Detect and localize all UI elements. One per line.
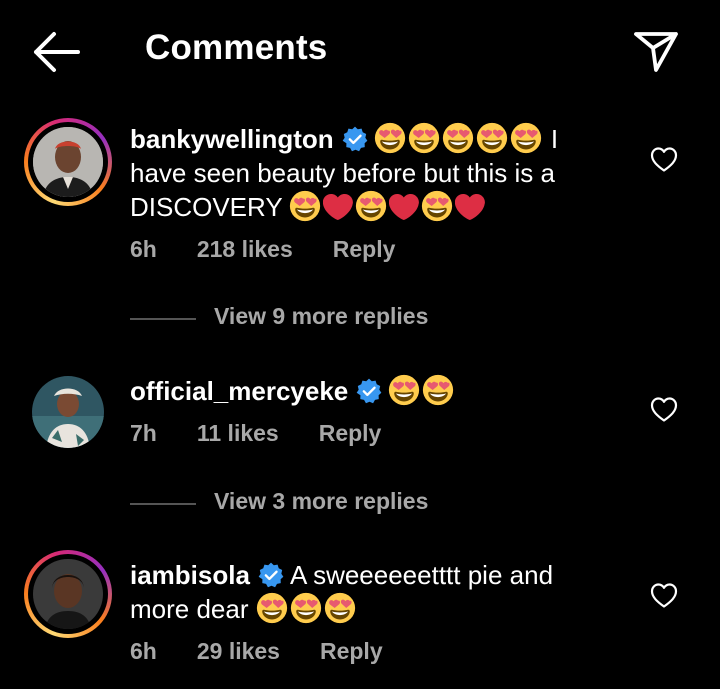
divider-line xyxy=(130,503,196,505)
heart-outline-icon[interactable] xyxy=(650,396,678,422)
avatar[interactable] xyxy=(32,376,104,448)
comment-item: iambisola A sweeeeeetttt pie and more dea… xyxy=(0,550,720,680)
heart-eyes-emoji-icon xyxy=(374,122,406,154)
comment-meta: 6h 218 likes Reply xyxy=(130,236,435,263)
comment-text: more dear xyxy=(130,594,249,624)
header-bar: Comments xyxy=(0,0,720,104)
comment-body: iambisola A sweeeeeetttt pie and more dea… xyxy=(130,558,610,626)
comment-username[interactable]: bankywellington xyxy=(130,124,334,154)
verified-badge-icon xyxy=(356,378,382,404)
heart-outline-icon[interactable] xyxy=(650,582,678,608)
comment-time: 6h xyxy=(130,638,157,664)
reply-button[interactable]: Reply xyxy=(320,638,383,664)
heart-eyes-emoji-icon xyxy=(510,122,542,154)
comment-item: bankywellington I have seen beauty befor… xyxy=(0,118,720,288)
heart-eyes-emoji-icon xyxy=(256,592,288,624)
red-heart-emoji-icon xyxy=(389,193,419,221)
back-button[interactable] xyxy=(30,30,82,74)
comment-username[interactable]: iambisola xyxy=(130,560,250,590)
heart-eyes-emoji-icon xyxy=(408,122,440,154)
comment-body: official_mercyeke xyxy=(130,374,610,408)
view-more-replies-label[interactable]: View 3 more replies xyxy=(214,488,428,515)
verified-badge-icon xyxy=(342,126,368,152)
avatar-story-ring[interactable] xyxy=(24,118,112,206)
comment-text: have seen beauty before but this is a xyxy=(130,158,555,188)
heart-eyes-emoji-icon xyxy=(442,122,474,154)
heart-outline-icon[interactable] xyxy=(650,146,678,172)
heart-eyes-emoji-icon xyxy=(355,190,387,222)
avatar-story-ring[interactable] xyxy=(24,550,112,638)
heart-eyes-emoji-icon xyxy=(388,374,420,406)
heart-eyes-emoji-icon xyxy=(290,592,322,624)
view-more-replies-label[interactable]: View 9 more replies xyxy=(214,303,428,330)
comment-time: 7h xyxy=(130,420,157,446)
reply-button[interactable]: Reply xyxy=(333,236,396,262)
paper-plane-icon xyxy=(634,32,678,72)
comment-body: bankywellington I have seen beauty befor… xyxy=(130,122,610,224)
comment-text: A sweeeeeetttt pie and xyxy=(289,560,554,590)
arrow-left-icon xyxy=(34,32,80,72)
page-title: Comments xyxy=(145,28,328,67)
red-heart-emoji-icon xyxy=(455,193,485,221)
comment-text: I xyxy=(550,124,559,154)
red-heart-emoji-icon xyxy=(323,193,353,221)
comment-meta: 7h 11 likes Reply xyxy=(130,420,421,447)
avatar xyxy=(33,127,103,197)
comment-text: DISCOVERY xyxy=(130,192,283,222)
comment-likes-count[interactable]: 218 likes xyxy=(197,236,293,262)
verified-badge-icon xyxy=(258,562,284,588)
comment-meta: 6h 29 likes Reply xyxy=(130,638,423,665)
comment-username[interactable]: official_mercyeke xyxy=(130,376,348,406)
heart-eyes-emoji-icon xyxy=(421,190,453,222)
heart-eyes-emoji-icon xyxy=(476,122,508,154)
reply-button[interactable]: Reply xyxy=(319,420,382,446)
heart-eyes-emoji-icon xyxy=(324,592,356,624)
divider-line xyxy=(130,318,196,320)
comment-item: official_mercyeke 7h 11 likes Reply xyxy=(0,370,720,460)
heart-eyes-emoji-icon xyxy=(289,190,321,222)
comment-likes-count[interactable]: 11 likes xyxy=(197,420,279,446)
comment-time: 6h xyxy=(130,236,157,262)
heart-eyes-emoji-icon xyxy=(422,374,454,406)
avatar xyxy=(33,559,103,629)
share-button[interactable] xyxy=(632,28,680,74)
comment-likes-count[interactable]: 29 likes xyxy=(197,638,280,664)
